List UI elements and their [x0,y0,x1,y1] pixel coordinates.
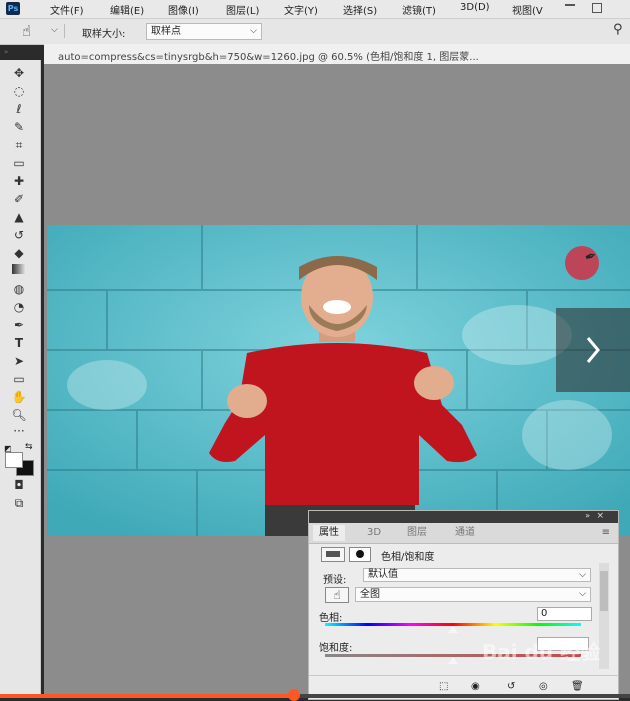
photoshop-logo-icon: Ps [6,2,20,15]
preset-value: 默认值 [368,569,398,580]
maximize-icon[interactable] [592,3,602,13]
menu-3d[interactable]: 3D(D) [460,2,490,13]
layer-mask-icon[interactable] [349,547,371,562]
close-panel-icon[interactable]: × [596,511,604,521]
panel-menu-icon[interactable]: ≡ [602,527,610,538]
sample-size-label: 取样大小: [82,29,126,40]
menu-select[interactable]: 选择(S) [343,2,377,17]
healing-brush-tool-icon[interactable]: ✚ [8,173,30,189]
gradient-tool-icon[interactable] [12,264,26,274]
tab-channels[interactable]: 通道 [449,525,481,541]
path-select-tool-icon[interactable]: ➤ [8,353,30,369]
sample-size-select[interactable]: 取样点 ⌵ [146,23,262,40]
hue-label: 色相: [319,613,343,624]
channel-select[interactable]: 全图 ⌵ [355,587,591,602]
ruler-tool-icon[interactable]: ▭ [8,155,30,171]
visibility-icon[interactable]: ◎ [539,681,548,692]
quick-mask-icon[interactable]: ◘ [8,477,30,493]
document-title: auto=compress&cs=tinysrgb&h=750&w=1260.j… [58,52,479,63]
history-brush-tool-icon[interactable]: ↺ [8,227,30,243]
more-tools-icon[interactable]: ··· [8,423,30,439]
minimize-icon[interactable] [565,4,575,6]
zoom-tool-icon[interactable]: 🔍︎ [8,407,30,423]
divider [64,24,65,38]
menu-bar: Ps 文件(F) 编辑(E) 图像(I) 图层(L) 文字(Y) 选择(S) 滤… [0,0,630,19]
lasso-tool-icon[interactable]: ℓ [8,101,30,117]
menu-filter[interactable]: 滤镜(T) [402,2,436,17]
scrollbar-thumb[interactable] [600,571,608,611]
pen-tool-icon[interactable]: ✒ [8,317,30,333]
eraser-tool-icon[interactable]: ◆ [8,245,30,261]
properties-panel: » × 属性 3D 图层 通道 ≡ 色相/饱和度 预设: 默认值 ⌵ ☝ 全图 … [308,510,619,700]
move-tool-icon[interactable]: ✥ [8,65,30,81]
video-progress-handle[interactable] [288,689,300,701]
menu-view[interactable]: 视图(V [512,2,543,17]
chevron-right-icon [586,337,600,363]
video-progress-fill [0,694,294,698]
saturation-slider-thumb[interactable] [448,657,458,664]
preset-select[interactable]: 默认值 ⌵ [363,568,591,582]
photo-canvas[interactable]: ✒ [47,225,630,536]
rectangle-tool-icon[interactable]: ▭ [8,371,30,387]
collapse-panel-icon[interactable]: » [585,511,590,520]
collapse-icon[interactable]: » [4,48,8,56]
channel-value: 全图 [360,589,380,600]
panel-scrollbar[interactable] [599,563,609,669]
hue-value: 0 [541,608,548,619]
brush-tool-icon[interactable]: ✐ [8,191,30,207]
hue-input[interactable]: 0 [537,607,592,621]
chevron-down-icon: ⌵ [250,26,257,36]
document-tab[interactable]: auto=compress&cs=tinysrgb&h=750&w=1260.j… [44,44,630,65]
menu-file[interactable]: 文件(F) [50,2,84,17]
menu-image[interactable]: 图像(I) [168,2,199,17]
eyedropper-hand-icon[interactable]: ☝ [22,22,31,40]
preset-label: 预设: [323,575,347,586]
crop-tool-icon[interactable]: ⌗ [8,137,30,153]
search-icon[interactable]: ⚲ [613,22,623,37]
quick-select-tool-icon[interactable]: ✎ [8,119,30,135]
delete-icon[interactable]: 🗑︎ [571,681,584,692]
tab-3d[interactable]: 3D [361,525,387,541]
menu-edit[interactable]: 编辑(E) [110,2,144,17]
tools-panel: » ✥ ◌ ℓ ✎ ⌗ ▭ ✚ ✐ ▲ ↺ ◆ ◍ ◔ ✒ T ➤ ▭ ✋ 🔍︎… [0,48,41,698]
tab-layers[interactable]: 图层 [401,525,433,541]
next-button[interactable] [556,308,630,392]
panel-tabs: 属性 3D 图层 通道 ≡ [309,523,618,544]
sample-size-value: 取样点 [151,26,181,37]
hand-tool-icon[interactable]: ✋ [8,389,30,405]
marquee-tool-icon[interactable]: ◌ [8,83,30,99]
video-progress-track[interactable] [0,694,630,698]
blur-tool-icon[interactable]: ◍ [8,281,30,297]
tool-preset-chevron-icon[interactable]: ⌵ [51,25,58,35]
clone-stamp-tool-icon[interactable]: ▲ [8,209,30,225]
clip-to-layer-icon[interactable]: ⬚ [439,681,448,692]
tab-properties[interactable]: 属性 [313,525,345,541]
on-image-adjust-icon[interactable]: ☝ [325,587,349,603]
saturation-label: 饱和度: [319,643,353,654]
reset-icon[interactable]: ↺ [507,681,515,692]
adjustment-title: 色相/饱和度 [381,552,435,563]
screen-mode-icon[interactable]: ⧉ [8,495,30,511]
options-bar: ☝ ⌵ 取样大小: 取样点 ⌵ ⚲ [0,19,630,45]
swap-colors-icon[interactable]: ⇆ [25,442,33,452]
type-tool-icon[interactable]: T [8,335,30,351]
watermark-logo: Bai du 经验 [482,636,600,665]
foreground-color-swatch[interactable] [5,452,23,468]
menu-layer[interactable]: 图层(L) [226,2,259,17]
dodge-tool-icon[interactable]: ◔ [8,299,30,315]
adjustment-layer-icon[interactable] [321,547,345,562]
photo-image [47,225,630,536]
chevron-down-icon: ⌵ [579,570,586,580]
chevron-down-icon: ⌵ [579,589,586,599]
menu-type[interactable]: 文字(Y) [284,2,318,17]
view-previous-icon[interactable]: ◉ [471,681,480,692]
panel-header-bar[interactable]: » × [309,511,618,523]
watermark-text: Bai du 经验 [482,640,601,664]
hue-slider-thumb[interactable] [448,626,458,633]
